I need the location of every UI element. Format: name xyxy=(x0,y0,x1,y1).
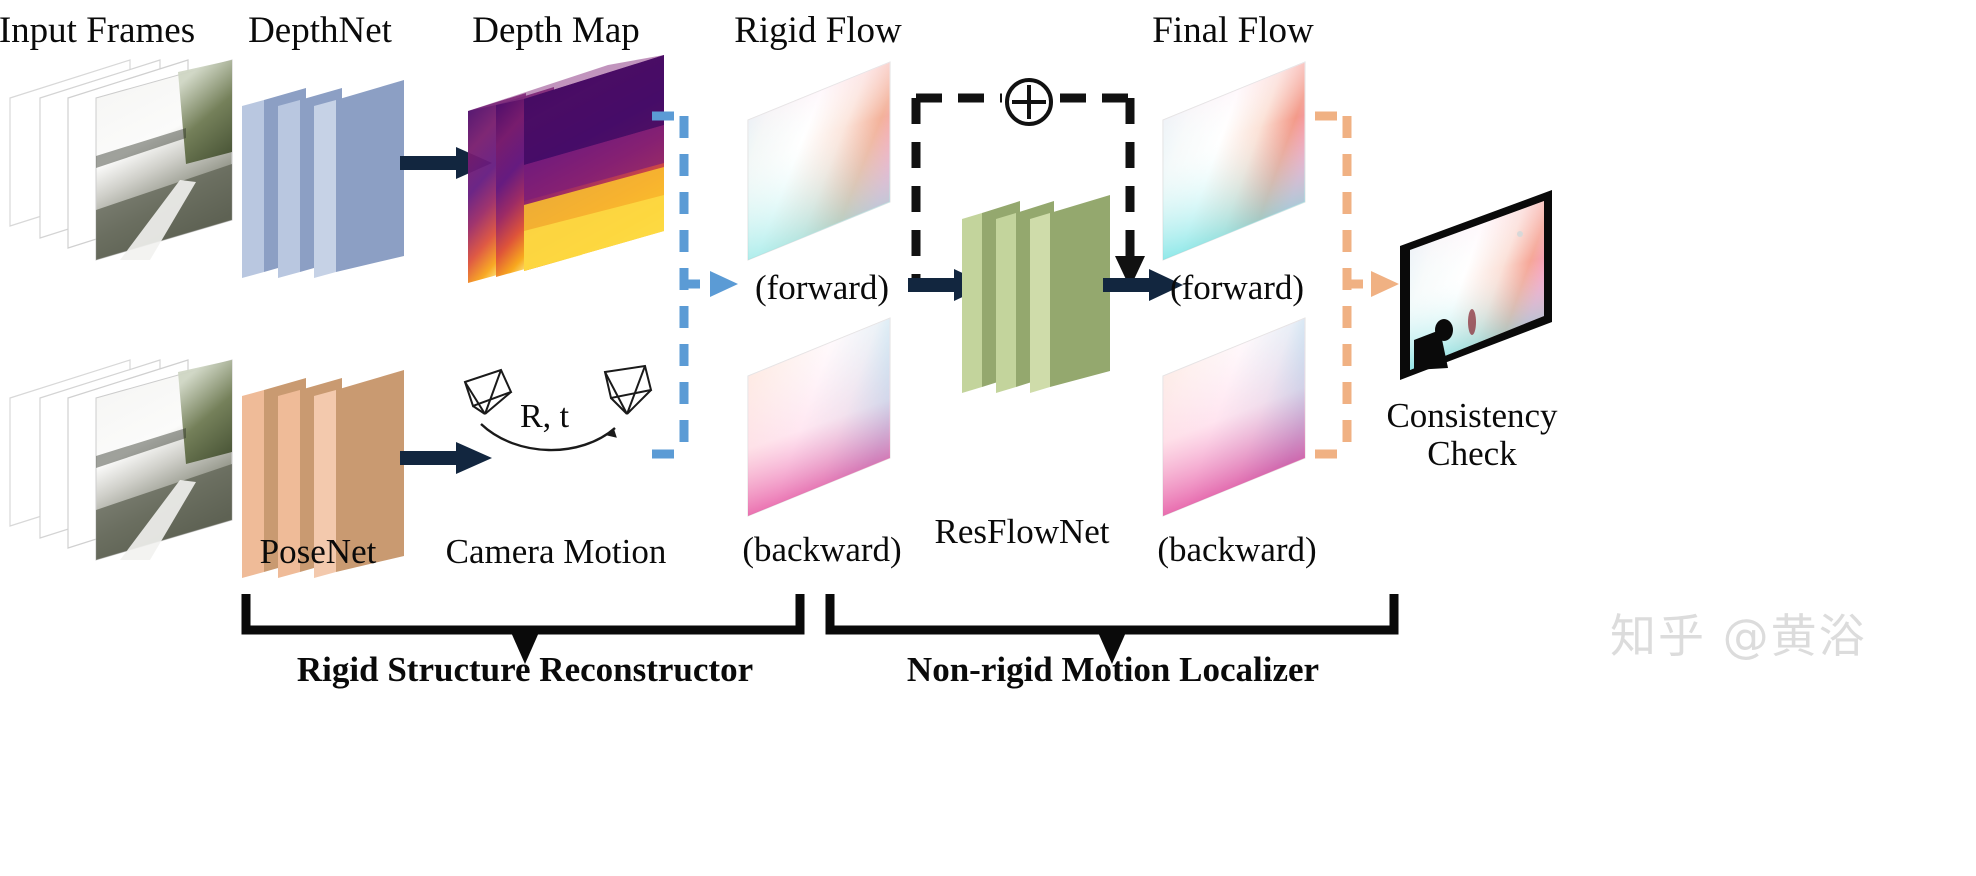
label-rigid-flow: Rigid Flow xyxy=(734,10,902,51)
label-pose-params: R, t xyxy=(520,398,570,435)
figure-canvas: Input Frames DepthNet Depth Map Rigid Fl… xyxy=(0,0,1976,876)
label-depthnet: DepthNet xyxy=(248,10,392,51)
label-camera-motion: Camera Motion xyxy=(445,532,667,571)
dashed-connector-rigid xyxy=(652,111,738,459)
final-flow-backward-plane xyxy=(1162,317,1306,517)
watermark: 知乎 @黄浴 xyxy=(1610,609,1867,663)
label-rigid-flow-backward: (backward) xyxy=(742,530,902,569)
label-nonrigid-motion-localizer: Non-rigid Motion Localizer xyxy=(906,650,1320,689)
label-consistency-check-line1: Consistency xyxy=(1386,396,1558,435)
label-rigid-flow-forward: (forward) xyxy=(754,268,890,307)
depthnet-card-stack xyxy=(242,80,404,278)
label-final-flow: Final Flow xyxy=(1152,10,1314,51)
label-final-flow-forward: (forward) xyxy=(1169,268,1305,307)
depth-map-stack xyxy=(468,55,664,283)
label-consistency-check-line2: Check xyxy=(1427,434,1517,473)
input-frames-stack-top xyxy=(9,59,233,261)
bracket-rigid-structure xyxy=(241,594,805,664)
rigid-flow-backward-plane xyxy=(747,317,891,517)
label-resflownet: ResFlowNet xyxy=(934,512,1110,551)
input-frames-stack-bottom xyxy=(9,359,233,561)
label-depth-map: Depth Map xyxy=(472,10,640,51)
label-posenet: PoseNet xyxy=(259,532,377,571)
label-input-frames: Input Frames xyxy=(0,10,196,51)
label-final-flow-backward: (backward) xyxy=(1157,530,1317,569)
final-flow-forward-plane xyxy=(1162,61,1306,261)
label-rigid-structure-reconstructor: Rigid Structure Reconstructor xyxy=(296,650,754,689)
rigid-flow-forward-plane xyxy=(747,61,891,261)
sum-operator-icon xyxy=(1005,78,1053,126)
bracket-nonrigid-motion xyxy=(825,594,1399,664)
consistency-check-plane xyxy=(1400,190,1552,380)
